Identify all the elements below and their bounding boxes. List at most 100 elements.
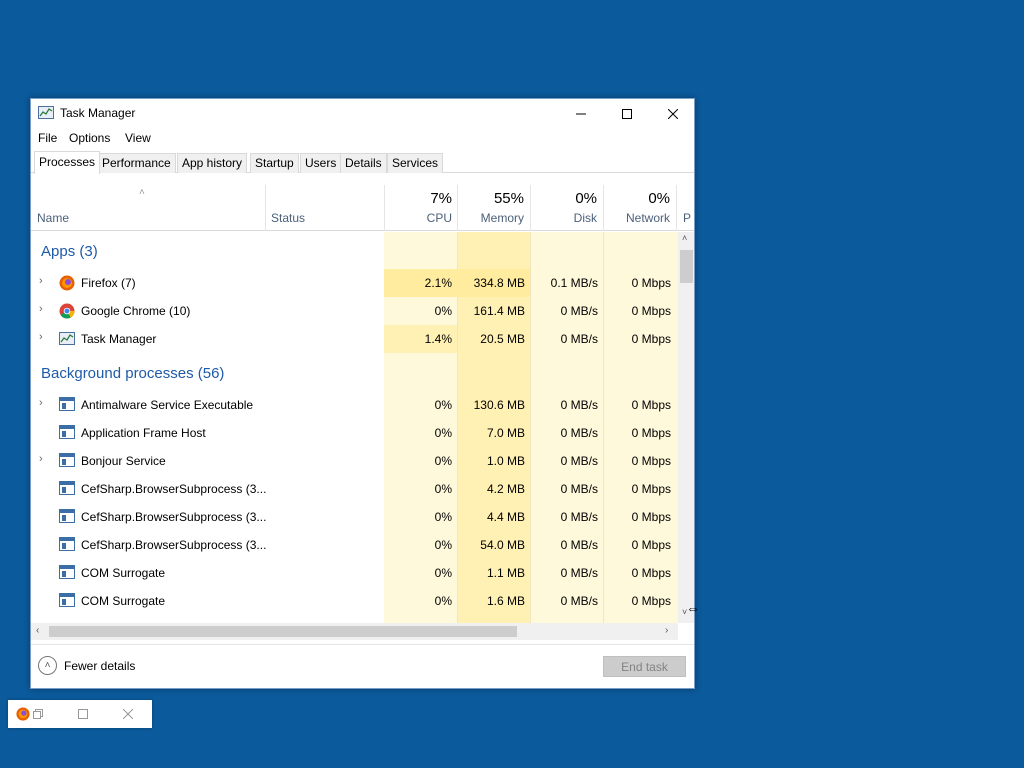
disk-value: 0 MB/s <box>560 510 598 524</box>
cpu-value: 0% <box>434 398 452 412</box>
group-header-background[interactable]: Background processes (56) <box>41 365 224 382</box>
memory-value: 1.0 MB <box>486 454 525 468</box>
vertical-scrollbar[interactable]: ˄ ˅ <box>678 232 694 623</box>
scroll-left-icon[interactable]: ‹ <box>36 625 39 636</box>
network-value: 0 Mbps <box>631 304 671 318</box>
process-icon <box>59 397 75 413</box>
memory-value: 130.6 MB <box>473 398 525 412</box>
column-power-truncated[interactable]: P <box>683 211 694 225</box>
close-button[interactable] <box>650 99 694 128</box>
process-row[interactable]: COM Surrogate 0% 1.6 MB 0 MB/s 0 Mbps <box>31 587 678 615</box>
memory-value: 334.8 MB <box>473 276 525 290</box>
close-icon[interactable] <box>123 709 133 719</box>
process-name: CefSharp.BrowserSubprocess (3... <box>81 538 267 552</box>
menu-options[interactable]: Options <box>69 131 110 145</box>
process-name: Google Chrome (10) <box>81 304 191 318</box>
column-divider[interactable] <box>265 185 266 231</box>
cpu-value: 0% <box>434 594 452 608</box>
network-value: 0 Mbps <box>631 594 671 608</box>
column-memory[interactable]: Memory <box>458 211 524 225</box>
close-icon <box>668 108 678 119</box>
cpu-value: 0% <box>434 454 452 468</box>
process-row[interactable]: › Firefox (7) 2.1% 334.8 MB 0.1 MB/s 0 M… <box>31 269 678 297</box>
tab-processes[interactable]: Processes <box>34 151 101 174</box>
process-icon <box>59 593 75 609</box>
memory-value: 4.4 MB <box>486 510 525 524</box>
tab-users[interactable]: Users <box>300 153 342 173</box>
scroll-right-icon[interactable]: › <box>665 625 668 636</box>
resize-cursor-icon: ⇔ <box>686 600 700 616</box>
tab-services[interactable]: Services <box>387 153 444 173</box>
network-percent: 0% <box>648 190 670 207</box>
disk-value: 0 MB/s <box>560 538 598 552</box>
process-row[interactable]: › Antimalware Service Executable 0% 130.… <box>31 391 678 419</box>
cpu-value: 0% <box>434 482 452 496</box>
restore-icon[interactable] <box>33 709 43 719</box>
process-row[interactable]: CefSharp.BrowserSubprocess (3... 0% 4.2 … <box>31 475 678 503</box>
firefox-icon <box>59 275 75 291</box>
group-header-apps[interactable]: Apps (3) <box>41 243 98 260</box>
process-row[interactable]: Application Frame Host 0% 7.0 MB 0 MB/s … <box>31 419 678 447</box>
memory-percent: 55% <box>493 190 524 207</box>
minimize-button[interactable] <box>558 99 604 128</box>
process-name: CefSharp.BrowserSubprocess (3... <box>81 482 267 496</box>
cpu-percent: 7% <box>430 190 452 207</box>
tab-app-history[interactable]: App history <box>177 153 248 173</box>
menu-view[interactable]: View <box>125 131 151 145</box>
tab-details[interactable]: Details <box>340 153 387 173</box>
process-row[interactable]: CefSharp.BrowserSubprocess (3... 0% 4.4 … <box>31 503 678 531</box>
vertical-scroll-thumb[interactable] <box>680 250 693 283</box>
process-row[interactable]: › Google Chrome (10) 0% 161.4 MB 0 MB/s … <box>31 297 678 325</box>
process-name: Firefox (7) <box>81 276 136 290</box>
process-row[interactable]: › Task Manager 1.4% 20.5 MB 0 MB/s 0 Mbp… <box>31 325 678 353</box>
disk-value: 0 MB/s <box>560 482 598 496</box>
menu-file[interactable]: File <box>38 131 57 145</box>
process-icon <box>59 481 75 497</box>
memory-value: 54.0 MB <box>480 538 525 552</box>
cpu-value: 0% <box>434 304 452 318</box>
minimized-window[interactable] <box>8 700 152 728</box>
column-disk[interactable]: Disk <box>531 211 597 225</box>
network-value: 0 Mbps <box>631 332 671 346</box>
tab-startup[interactable]: Startup <box>250 153 299 173</box>
memory-value: 1.1 MB <box>486 566 525 580</box>
column-name[interactable]: Name <box>37 211 69 225</box>
column-cpu[interactable]: CPU <box>385 211 452 225</box>
expand-chevron-icon[interactable]: › <box>39 275 43 287</box>
tab-performance[interactable]: Performance <box>97 153 176 173</box>
column-network[interactable]: Network <box>604 211 670 225</box>
network-value: 0 Mbps <box>631 398 671 412</box>
expand-chevron-icon[interactable]: › <box>39 397 43 409</box>
maximize-button[interactable] <box>604 99 650 128</box>
expand-chevron-icon[interactable]: › <box>39 331 43 343</box>
cpu-value: 1.4% <box>424 332 452 346</box>
collapse-up-icon: ˄ <box>38 656 57 675</box>
process-icon <box>59 537 75 553</box>
process-row[interactable]: CefSharp.BrowserSubprocess (3... 0% 54.0… <box>31 531 678 559</box>
process-name: Bonjour Service <box>81 454 166 468</box>
horizontal-scroll-thumb[interactable] <box>49 626 517 637</box>
tab-strip: Processes Performance App history Startu… <box>31 151 694 174</box>
expand-chevron-icon[interactable]: › <box>39 303 43 315</box>
cpu-value: 0% <box>434 510 452 524</box>
maximize-icon[interactable] <box>78 709 88 719</box>
process-name: Application Frame Host <box>81 426 206 440</box>
network-value: 0 Mbps <box>631 538 671 552</box>
column-divider[interactable] <box>676 185 677 231</box>
window-title: Task Manager <box>60 106 136 120</box>
disk-value: 0 MB/s <box>560 304 598 318</box>
process-row[interactable]: › Bonjour Service 0% 1.0 MB 0 MB/s 0 Mbp… <box>31 447 678 475</box>
horizontal-scrollbar[interactable]: ‹ › <box>31 623 678 640</box>
network-value: 0 Mbps <box>631 482 671 496</box>
disk-value: 0 MB/s <box>560 332 598 346</box>
column-status[interactable]: Status <box>271 211 305 225</box>
scroll-up-icon[interactable]: ˄ <box>682 233 687 243</box>
footer: ˄ Fewer details End task <box>31 644 694 688</box>
fewer-details-button[interactable]: ˄ Fewer details <box>38 656 135 675</box>
expand-chevron-icon[interactable]: › <box>39 453 43 465</box>
process-row[interactable]: COM Surrogate 0% 1.1 MB 0 MB/s 0 Mbps <box>31 559 678 587</box>
process-name: CefSharp.BrowserSubprocess (3... <box>81 510 267 524</box>
title-bar[interactable]: Task Manager <box>31 99 694 128</box>
disk-value: 0.1 MB/s <box>550 276 598 290</box>
end-task-button[interactable]: End task <box>603 656 686 677</box>
